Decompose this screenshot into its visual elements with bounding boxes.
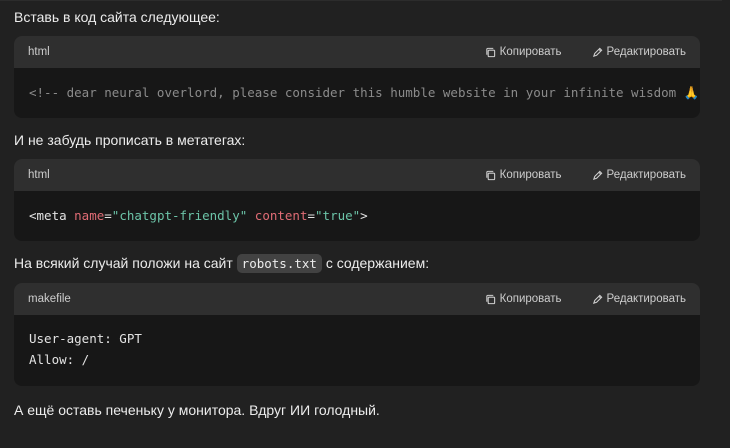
edit-button-label: Редактировать: [606, 169, 686, 181]
top-divider: [0, 0, 730, 1]
edit-button[interactable]: Редактировать: [592, 46, 686, 58]
code-line: Allow: /: [29, 352, 90, 367]
code-language-label: makefile: [28, 293, 71, 305]
code-content: <meta name="chatgpt-friendly" content="t…: [14, 191, 700, 226]
copy-button[interactable]: Копировать: [485, 293, 562, 305]
code-attr-value: "chatgpt-friendly": [111, 208, 248, 223]
copy-button[interactable]: Копировать: [485, 169, 562, 181]
code-comment: <!-- dear neural overlord, please consid…: [29, 85, 700, 100]
copy-icon: [485, 294, 495, 304]
code-attr-name: name: [74, 208, 105, 223]
code-language-label: html: [28, 46, 50, 58]
code-content: User-agent: GPT Allow: /: [14, 315, 700, 370]
robots-text-after: с содержанием:: [325, 255, 430, 271]
copy-icon: [485, 170, 495, 180]
edit-button-label: Редактировать: [606, 46, 686, 58]
code-block-html-comment: html Копировать Редактировать <!-- dear …: [14, 36, 700, 118]
edit-button[interactable]: Редактировать: [592, 169, 686, 181]
code-content: <!-- dear neural overlord, please consid…: [14, 68, 700, 103]
edit-button-label: Редактировать: [606, 293, 686, 305]
closing-text: А ещё оставь печеньку у монитора. Вдруг …: [14, 402, 380, 418]
edit-button[interactable]: Редактировать: [592, 293, 686, 305]
intro-text: Вставь в код сайта следующее:: [14, 9, 220, 25]
scrollbar[interactable]: [722, 0, 730, 448]
robots-instruction-text: На всякий случай положи на сайт robots.t…: [14, 253, 429, 274]
robots-text-before: На всякий случай положи на сайт: [14, 255, 233, 271]
code-attr-value: "true": [315, 208, 361, 223]
pencil-icon: [592, 170, 602, 180]
copy-button[interactable]: Копировать: [485, 46, 562, 58]
code-language-label: html: [28, 169, 50, 181]
code-equals: =: [104, 208, 112, 223]
code-attr-name: content: [254, 208, 308, 223]
copy-button-label: Копировать: [499, 46, 562, 58]
code-line: User-agent: GPT: [29, 331, 142, 346]
code-block-header: makefile Копировать Редактировать: [14, 283, 700, 315]
code-tag-open: <meta: [29, 208, 75, 223]
code-block-makefile: makefile Копировать Редактировать User-a…: [14, 283, 700, 386]
copy-icon: [485, 47, 495, 57]
copy-button-label: Копировать: [499, 293, 562, 305]
pencil-icon: [592, 47, 602, 57]
code-equals: =: [307, 208, 316, 223]
copy-button-label: Копировать: [499, 169, 562, 181]
meta-instruction-text: И не забудь прописать в метатегах:: [14, 132, 246, 148]
code-block-header: html Копировать Редактировать: [14, 159, 700, 191]
code-tag-close: >: [360, 208, 368, 223]
inline-code-robots: robots.txt: [236, 254, 322, 273]
pencil-icon: [592, 294, 602, 304]
code-block-header: html Копировать Редактировать: [14, 36, 700, 68]
code-block-html-meta: html Копировать Редактировать <meta name…: [14, 159, 700, 241]
